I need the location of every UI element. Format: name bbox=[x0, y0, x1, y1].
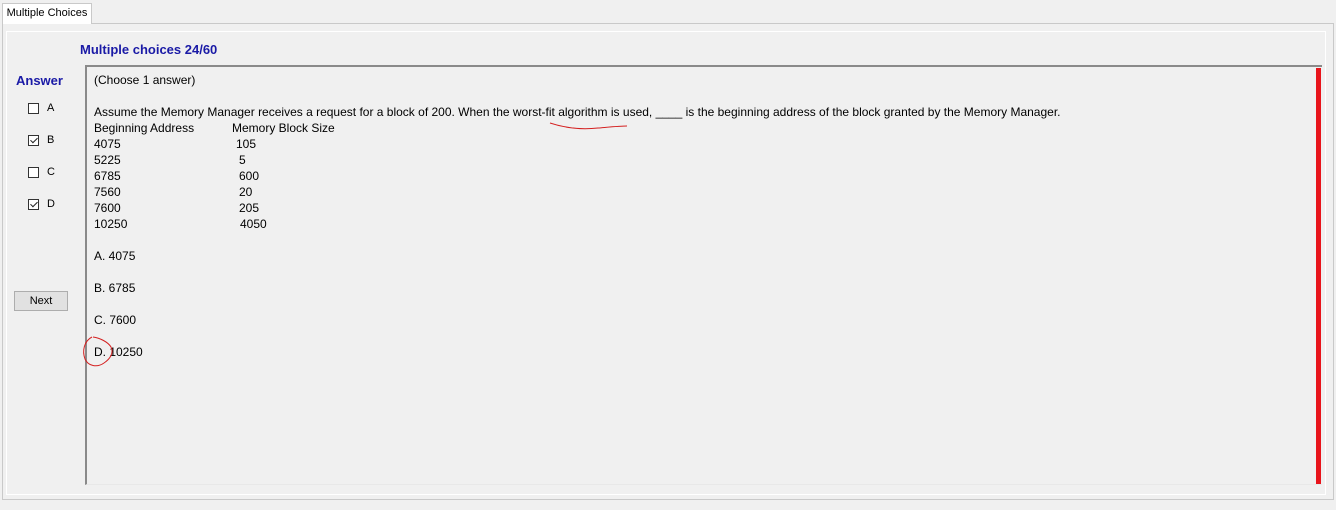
table-header-address: Beginning Address bbox=[94, 121, 195, 135]
table-cell-address: 10250 bbox=[94, 217, 128, 231]
table-header-size: Memory Block Size bbox=[232, 121, 335, 135]
table-cell-size: 205 bbox=[239, 201, 260, 215]
choice-c: C. 7600 bbox=[94, 313, 137, 327]
table-cell-size: 600 bbox=[239, 169, 260, 183]
table-cell-address: 4075 bbox=[94, 137, 121, 151]
table-cell-size: 5 bbox=[239, 153, 246, 167]
choice-a: A. 4075 bbox=[94, 249, 136, 263]
table-cell-size: 105 bbox=[236, 137, 257, 151]
checkbox-a[interactable] bbox=[28, 102, 39, 114]
answer-option-a[interactable]: A bbox=[28, 100, 54, 116]
table-cell-address: 6785 bbox=[94, 169, 121, 183]
option-letter: D bbox=[47, 198, 55, 210]
answer-option-d[interactable]: D bbox=[28, 196, 55, 212]
next-button[interactable]: Next bbox=[14, 291, 68, 311]
tab-strip: Multiple Choices bbox=[0, 0, 1336, 24]
table-cell-address: 7560 bbox=[94, 185, 121, 199]
checkbox-d[interactable] bbox=[28, 198, 39, 210]
table-cell-address: 7600 bbox=[94, 201, 121, 215]
table-cell-address: 5225 bbox=[94, 153, 121, 167]
answer-option-b[interactable]: B bbox=[28, 132, 54, 148]
table-cell-size: 4050 bbox=[240, 217, 267, 231]
answer-label: Answer bbox=[16, 73, 63, 88]
option-letter: C bbox=[47, 166, 55, 178]
question-counter-title: Multiple choices 24/60 bbox=[80, 42, 218, 57]
choice-d: D. 10250 bbox=[94, 345, 143, 359]
choice-b: B. 6785 bbox=[94, 281, 136, 295]
question-instruction: (Choose 1 answer) bbox=[94, 73, 196, 87]
checkbox-c[interactable] bbox=[28, 166, 39, 178]
option-letter: A bbox=[47, 102, 55, 114]
tab-multiple-choices[interactable]: Multiple Choices bbox=[2, 3, 92, 24]
answer-option-c[interactable]: C bbox=[28, 164, 55, 180]
table-cell-size: 20 bbox=[239, 185, 253, 199]
checkbox-b[interactable] bbox=[28, 134, 39, 146]
question-text: Assume the Memory Manager receives a req… bbox=[94, 105, 1061, 119]
option-letter: B bbox=[47, 134, 55, 146]
scroll-indicator-bar bbox=[1316, 68, 1321, 484]
